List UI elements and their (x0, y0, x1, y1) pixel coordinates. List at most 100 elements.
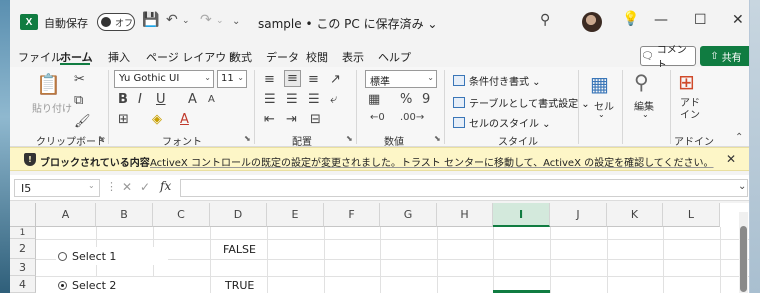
tab-page-layout[interactable]: ページ レイアウト (146, 49, 237, 65)
cell-d2[interactable]: FALSE (223, 243, 256, 256)
column-header[interactable]: G (380, 203, 437, 227)
column-header[interactable]: C (153, 203, 210, 227)
font-color-icon[interactable]: A (180, 112, 189, 127)
column-header[interactable]: L (663, 203, 720, 227)
merge-cells-icon[interactable]: ⊟ (310, 112, 321, 127)
collapse-ribbon-icon[interactable]: ⌃ (735, 132, 743, 143)
cell-d4[interactable]: TRUE (225, 279, 254, 292)
format-painter-icon[interactable]: 🖌 (74, 114, 91, 129)
avatar[interactable] (582, 12, 602, 32)
close-icon[interactable]: ✕ (732, 12, 744, 28)
accounting-format-icon[interactable]: ▦ (368, 92, 380, 107)
column-header[interactable]: A (36, 203, 96, 227)
borders-icon[interactable]: ⊞ (118, 112, 129, 127)
increase-decimal-icon[interactable]: ←0 (370, 112, 385, 123)
format-as-table-button[interactable]: テーブルとして書式設定 ⌄ (453, 95, 590, 110)
formula-input[interactable] (180, 179, 748, 197)
paste-icon[interactable]: 📋 (36, 72, 61, 96)
align-right-icon[interactable]: ☰ (308, 92, 320, 107)
cancel-icon[interactable]: ✕ (122, 180, 132, 194)
radio-select-2[interactable]: Select 2 (56, 277, 168, 293)
autosave-toggle[interactable]: オフ (97, 13, 135, 31)
redo-icon[interactable]: ↷ (200, 12, 212, 28)
italic-button[interactable]: I (138, 92, 142, 107)
comment-button[interactable]: 🗨 コメント (640, 45, 696, 71)
column-header[interactable]: J (550, 203, 607, 227)
addins-label[interactable]: アド イン (680, 98, 700, 122)
select-all-corner[interactable] (10, 203, 36, 227)
align-left-icon[interactable]: ☰ (264, 92, 276, 107)
font-launcher-icon[interactable]: ⬊ (244, 134, 251, 143)
cells-icon[interactable]: ▦ (590, 72, 609, 96)
column-header[interactable]: K (607, 203, 663, 227)
column-header[interactable]: E (267, 203, 324, 227)
align-middle-icon[interactable]: ≡ (284, 70, 301, 87)
bold-button[interactable]: B (118, 92, 128, 107)
more-options-icon[interactable]: ⋮ (106, 180, 117, 193)
close-icon[interactable]: ✕ (726, 152, 736, 166)
insert-function-icon[interactable]: fx (160, 179, 171, 193)
increase-indent-icon[interactable]: ⇥ (286, 112, 297, 127)
save-icon[interactable]: 💾 (142, 12, 159, 28)
number-format-select[interactable]: 標準 ⌄ (365, 70, 437, 88)
decrease-decimal-icon[interactable]: .00→ (400, 112, 424, 123)
grow-font-button[interactable]: A (188, 92, 197, 107)
tab-review[interactable]: 校閲 (306, 49, 328, 65)
row-header[interactable]: 4 (10, 276, 36, 293)
share-button[interactable]: ⇧ 共有 (700, 46, 749, 66)
decrease-indent-icon[interactable]: ⇤ (264, 112, 275, 127)
align-center-icon[interactable]: ☰ (286, 92, 298, 107)
undo-icon[interactable]: ↶ (166, 12, 178, 28)
align-bottom-icon[interactable]: ≡ (308, 72, 319, 87)
scrollbar-thumb[interactable] (740, 226, 747, 292)
confirm-icon[interactable]: ✓ (140, 180, 150, 194)
row-header[interactable]: 1 (10, 227, 36, 239)
undo-dropdown-icon[interactable]: ⌄ (182, 16, 190, 26)
row-header[interactable]: 3 (10, 259, 36, 276)
conditional-formatting-button[interactable]: 条件付き書式 ⌄ (453, 73, 541, 88)
font-size-select[interactable]: 11 ⌄ (217, 70, 247, 88)
expand-formula-bar-icon[interactable]: ⌄ (738, 181, 746, 192)
clipboard-launcher-icon[interactable]: ⬊ (98, 134, 105, 143)
alignment-launcher-icon[interactable]: ⬊ (346, 134, 353, 143)
maximize-icon[interactable]: ☐ (694, 12, 707, 28)
row-header[interactable]: 2 (10, 239, 36, 259)
column-header-selected[interactable]: I (493, 203, 550, 227)
radio-select-1[interactable]: Select 1 (56, 247, 168, 265)
orientation-icon[interactable]: ↗ (330, 72, 341, 87)
tab-insert[interactable]: 挿入 (108, 49, 130, 65)
security-warning-link[interactable]: ActiveX コントロールの既定の設定が変更されました。トラスト センターに移… (150, 154, 714, 169)
lightbulb-icon[interactable]: 💡 (622, 11, 639, 27)
column-header[interactable]: F (324, 203, 380, 227)
search-icon[interactable]: ⚲ (540, 12, 550, 28)
column-header[interactable]: H (437, 203, 493, 227)
chevron-down-icon[interactable]: ⌄ (642, 110, 649, 119)
align-top-icon[interactable]: ≡ (264, 72, 275, 87)
chevron-down-icon[interactable]: ⌄ (88, 181, 95, 190)
tab-view[interactable]: 表示 (342, 49, 364, 65)
paste-label[interactable]: 貼り付け (32, 100, 72, 115)
column-header[interactable]: B (96, 203, 153, 227)
cell-styles-button[interactable]: セルのスタイル ⌄ (453, 115, 551, 130)
tab-formulas[interactable]: 数式 (230, 49, 252, 65)
tab-data[interactable]: データ (266, 49, 299, 65)
vertical-scrollbar[interactable] (739, 212, 748, 293)
fill-color-icon[interactable]: ◈ (152, 112, 162, 127)
minimize-icon[interactable]: — (654, 12, 668, 28)
comma-style-button[interactable]: 9 (422, 92, 430, 107)
tab-help[interactable]: ヘルプ (378, 49, 411, 65)
addins-icon[interactable]: ⊞ (678, 70, 695, 94)
underline-button[interactable]: U (156, 92, 166, 107)
chevron-down-icon[interactable]: ⌄ (598, 110, 605, 119)
wrap-text-icon[interactable]: ⤶ (330, 92, 337, 107)
redo-dropdown-icon[interactable]: ⌄ (216, 16, 224, 26)
editing-search-icon[interactable]: ⚲ (634, 70, 649, 94)
column-header[interactable]: D (210, 203, 267, 227)
cut-icon[interactable]: ✂ (74, 72, 85, 87)
number-launcher-icon[interactable]: ⬊ (434, 134, 441, 143)
copy-icon[interactable]: ⧉ (74, 93, 83, 108)
tab-file[interactable]: ファイル (18, 49, 62, 65)
file-title[interactable]: sample • この PC に保存済み ⌄ (258, 15, 437, 32)
shrink-font-button[interactable]: A (208, 94, 215, 105)
customize-toolbar-icon[interactable]: ⌄ (232, 16, 240, 27)
